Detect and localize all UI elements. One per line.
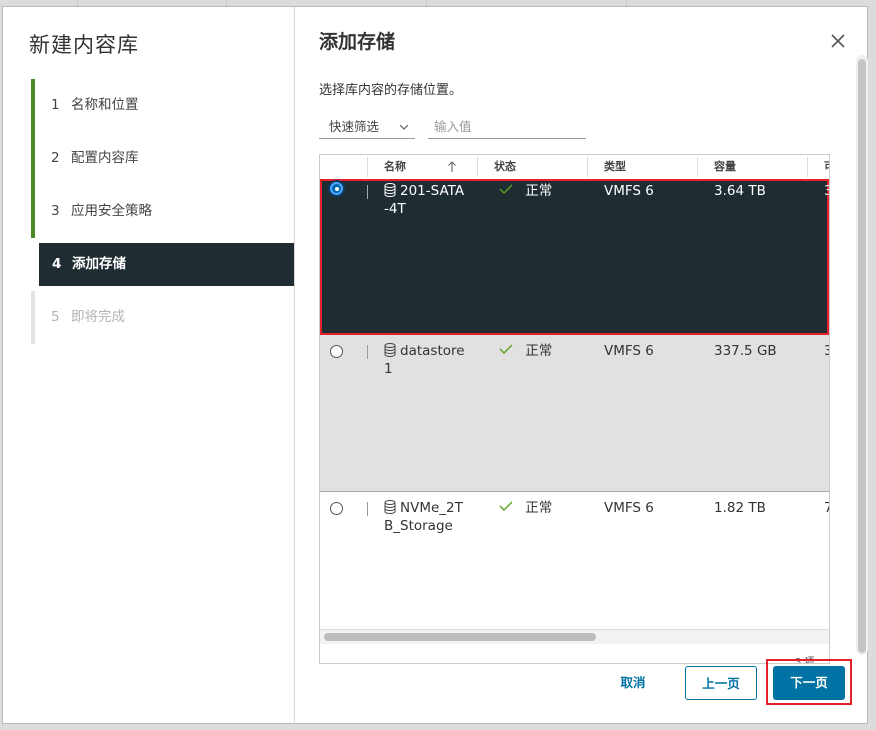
step-number: 4 [52,256,62,272]
step-progress-bar [31,132,35,185]
column-separator [587,157,588,177]
cancel-button[interactable]: 取消 [605,666,661,700]
datastore-icon [384,183,396,201]
type-cell: VMFS 6 [604,183,654,199]
sort-ascending-icon[interactable] [447,155,457,179]
step-ready-to-complete: 5 即将完成 [31,291,294,344]
datastore-icon [384,500,396,518]
quick-filter-value: 快速筛选 [329,119,380,134]
scrollbar-thumb[interactable] [324,633,596,641]
page-subtitle: 选择库内容的存储位置。 [319,83,463,98]
quick-filter-select[interactable]: 快速筛选 [319,115,415,139]
column-header-name[interactable]: 名称 [384,155,406,179]
free-cell: 3 [824,343,829,359]
column-separator [697,157,698,177]
status-cell: 正常 [499,183,552,199]
next-button[interactable]: 下一页 [773,666,845,700]
step-label: 应用安全策略 [71,203,152,219]
capacity-cell: 1.82 TB [714,500,766,516]
row-separator [367,345,368,359]
step-label: 即将完成 [71,309,125,325]
wizard-sidebar: 新建内容库 1 名称和位置 2 配置内容库 3 应用安全策略 4 添加存储 5 … [3,7,295,723]
step-number: 1 [51,97,60,113]
datastore-name: datastore1 [384,343,465,377]
step-configure-library[interactable]: 2 配置内容库 [31,132,294,185]
close-button[interactable] [830,33,846,49]
step-label: 配置内容库 [71,150,139,166]
capacity-cell: 337.5 GB [714,343,777,359]
check-icon [499,183,513,199]
row-separator [367,502,368,516]
status-cell: 正常 [499,343,552,359]
column-header-free[interactable]: 可 [824,155,829,179]
step-label: 添加存储 [72,256,126,272]
step-progress-bar [31,291,35,344]
column-separator [477,157,478,177]
row-radio-button[interactable] [330,345,343,358]
row-radio-button[interactable] [330,182,343,195]
check-icon [499,500,513,516]
step-security-policy[interactable]: 3 应用安全策略 [31,185,294,238]
table-row-datastore1[interactable]: datastore1 正常 VMFS 6 337.5 GB 3 [320,335,829,492]
type-cell: VMFS 6 [604,343,654,359]
back-button[interactable]: 上一页 [685,666,757,700]
column-header-capacity[interactable]: 容量 [714,155,736,179]
horizontal-scrollbar[interactable] [320,629,829,644]
step-number: 2 [51,150,60,166]
step-number: 5 [51,309,60,325]
check-icon [499,343,513,359]
column-header-status[interactable]: 状态 [494,155,516,179]
new-content-library-dialog: 新建内容库 1 名称和位置 2 配置内容库 3 应用安全策略 4 添加存储 5 … [2,6,868,724]
column-header-type[interactable]: 类型 [604,155,626,179]
step-add-storage[interactable]: 4 添加存储 [39,243,294,286]
column-separator [367,157,368,177]
page-title: 添加存储 [319,31,396,53]
close-icon [831,34,845,48]
status-cell: 正常 [499,500,552,516]
wizard-content: 添加存储 选择库内容的存储位置。 快速筛选 名称 [295,7,868,723]
step-name-location[interactable]: 1 名称和位置 [31,79,294,132]
scrollbar-thumb[interactable] [858,59,866,653]
datagrid-header: 名称 状态 类型 容量 可 [320,155,829,180]
datastore-icon [384,343,396,361]
free-cell: 3 [824,183,829,199]
vertical-scrollbar[interactable] [856,55,868,655]
wizard-title: 新建内容库 [29,33,139,57]
row-separator [367,185,368,199]
table-row-nvme-2tb-storage[interactable]: NVMe_2TB_Storage 正常 VMFS 6 1.82 TB 7 [320,492,829,629]
wizard-steps: 1 名称和位置 2 配置内容库 3 应用安全策略 4 添加存储 5 即将完成 [31,79,294,344]
type-cell: VMFS 6 [604,500,654,516]
table-row-201-sata-4t[interactable]: 201-SATA-4T 正常 VMFS 6 3.64 TB 3 [320,179,829,335]
step-progress-bar [31,185,35,238]
row-radio-button[interactable] [330,502,343,515]
filter-value-input[interactable] [428,115,586,139]
step-progress-bar [31,79,35,132]
step-number: 3 [51,203,60,219]
column-separator [807,157,808,177]
chevron-down-icon [399,115,409,147]
datastore-name: NVMe_2TB_Storage [384,500,463,534]
free-cell: 7 [824,500,829,516]
storage-datagrid: 名称 状态 类型 容量 可 [319,154,830,664]
datastore-name: 201-SATA-4T [384,183,465,217]
capacity-cell: 3.64 TB [714,183,766,199]
step-label: 名称和位置 [71,97,139,113]
